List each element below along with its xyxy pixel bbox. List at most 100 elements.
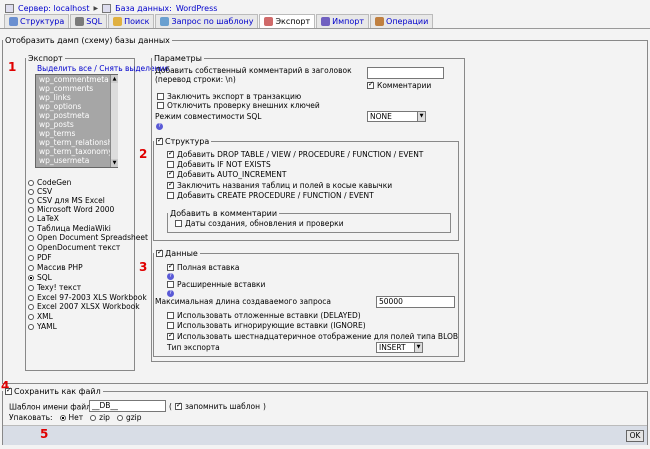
checkbox[interactable]: [157, 93, 164, 100]
opt-create-procedure[interactable]: Добавить CREATE PROCEDURE / FUNCTION / E…: [167, 191, 374, 200]
radio[interactable]: [28, 179, 34, 186]
help-icon[interactable]: ?: [167, 290, 174, 297]
radio-selected[interactable]: [28, 274, 34, 281]
pack-gzip-radio[interactable]: [116, 414, 123, 421]
list-item[interactable]: wp_options: [36, 102, 117, 111]
format-php[interactable]: Массив PHP: [28, 263, 83, 272]
list-item[interactable]: wp_term_taxonomy: [36, 147, 117, 156]
list-item[interactable]: wp_postmeta: [36, 111, 117, 120]
comments-checkbox[interactable]: Комментарии: [367, 80, 431, 90]
hex-blob-checkbox[interactable]: Использовать шестнадцатеричное отображен…: [167, 331, 458, 341]
tables-scrollbar[interactable]: ▲ ▼: [110, 75, 118, 167]
scroll-up-icon[interactable]: ▲: [111, 75, 118, 83]
help-icon[interactable]: ?: [156, 123, 163, 130]
opt-if-not-exists[interactable]: Добавить IF NOT EXISTS: [167, 160, 271, 169]
format-xlsx[interactable]: Excel 2007 XLSX Workbook: [28, 302, 140, 311]
list-item[interactable]: wp_commentmeta: [36, 75, 117, 84]
checkbox[interactable]: [167, 192, 174, 199]
radio[interactable]: [28, 234, 34, 241]
radio[interactable]: [28, 254, 34, 261]
max-query-input[interactable]: 50000: [376, 296, 455, 308]
compat-select[interactable]: NONE ▼: [367, 111, 426, 122]
checkbox[interactable]: [367, 80, 374, 89]
pack-zip-radio[interactable]: [90, 414, 97, 421]
format-codegen[interactable]: CodeGen: [28, 178, 71, 187]
radio[interactable]: [28, 215, 34, 222]
checkbox[interactable]: [157, 102, 164, 109]
radio[interactable]: [28, 294, 34, 301]
transaction-checkbox[interactable]: Заключить экспорт в транзакцию: [157, 92, 301, 101]
checkbox[interactable]: [167, 169, 174, 178]
checkbox[interactable]: [167, 322, 174, 329]
radio[interactable]: [28, 264, 34, 271]
tab-structure[interactable]: Структура: [4, 14, 70, 28]
radio[interactable]: [28, 188, 34, 195]
format-sql[interactable]: SQL: [28, 273, 52, 282]
list-item[interactable]: wp_usermeta: [36, 156, 117, 165]
opt-backquotes[interactable]: Заключить названия таблиц и полей в косы…: [167, 180, 392, 190]
format-latex[interactable]: LaTeX: [28, 214, 59, 223]
checkbox[interactable]: [167, 281, 174, 288]
comment-input[interactable]: [367, 67, 444, 79]
list-item[interactable]: wp_terms: [36, 129, 117, 138]
format-csv[interactable]: CSV: [28, 187, 52, 196]
tab-operations[interactable]: Операции: [370, 14, 434, 28]
extended-insert-checkbox[interactable]: Расширенные вставки: [167, 280, 265, 289]
help-icon[interactable]: ?: [167, 273, 174, 280]
format-texy[interactable]: Texy! текст: [28, 283, 81, 292]
checkbox[interactable]: [167, 312, 174, 319]
export-type-select[interactable]: INSERT ▼: [376, 342, 423, 353]
opt-drop-table[interactable]: Добавить DROP TABLE / VIEW / PROCEDURE /…: [167, 149, 423, 159]
checkbox[interactable]: [167, 262, 174, 271]
db-name-link[interactable]: WordPress: [176, 4, 218, 13]
format-mediawiki[interactable]: Таблица MediaWiki: [28, 224, 111, 233]
disable-fk-checkbox[interactable]: Отключить проверку внешних ключей: [157, 101, 320, 110]
checkbox[interactable]: [167, 161, 174, 168]
format-ods[interactable]: Open Document Spreadsheet: [28, 233, 148, 242]
radio[interactable]: [28, 206, 34, 213]
checkbox[interactable]: [167, 149, 174, 158]
radio[interactable]: [28, 313, 34, 320]
full-insert-checkbox[interactable]: Полная вставка: [167, 262, 239, 272]
list-item[interactable]: wp_links: [36, 93, 117, 102]
list-item[interactable]: wp_comments: [36, 84, 117, 93]
format-pdf[interactable]: PDF: [28, 253, 52, 262]
format-csv-excel[interactable]: CSV для MS Excel: [28, 196, 105, 205]
radio[interactable]: [28, 244, 34, 251]
tab-sql[interactable]: SQL: [70, 14, 108, 28]
tables-listbox[interactable]: wp_commentmeta wp_comments wp_links wp_o…: [35, 74, 118, 168]
tab-export[interactable]: Экспорт: [259, 14, 316, 28]
dates-checkbox[interactable]: Даты создания, обновления и проверки: [175, 219, 344, 228]
save-checkbox[interactable]: [5, 386, 12, 395]
select-all-link[interactable]: Выделить все: [37, 64, 92, 73]
format-word[interactable]: Microsoft Word 2000: [28, 205, 114, 214]
data-checkbox[interactable]: [156, 248, 163, 257]
tab-import[interactable]: Импорт: [316, 14, 370, 28]
server-link[interactable]: Сервер: localhost: [18, 4, 89, 13]
checkbox[interactable]: [167, 180, 174, 189]
scroll-down-icon[interactable]: ▼: [111, 159, 118, 167]
radio[interactable]: [28, 197, 34, 204]
radio[interactable]: [28, 303, 34, 310]
opt-auto-increment[interactable]: Добавить AUTO_INCREMENT: [167, 169, 286, 179]
radio[interactable]: [28, 225, 34, 232]
ignore-checkbox[interactable]: Использовать игнорирующие вставки (IGNOR…: [167, 321, 366, 330]
structure-checkbox[interactable]: [156, 136, 163, 145]
checkbox[interactable]: [167, 331, 174, 340]
tab-search[interactable]: Поиск: [108, 14, 155, 28]
format-yaml[interactable]: YAML: [28, 322, 57, 331]
remember-checkbox[interactable]: [174, 401, 182, 410]
radio[interactable]: [28, 323, 34, 330]
ok-button[interactable]: OK: [626, 430, 644, 442]
format-xls[interactable]: Excel 97-2003 XLS Workbook: [28, 293, 147, 302]
format-xml[interactable]: XML: [28, 312, 53, 321]
list-item[interactable]: wp_posts: [36, 120, 117, 129]
delayed-checkbox[interactable]: Использовать отложенные вставки (DELAYED…: [167, 311, 361, 320]
tab-query[interactable]: Запрос по шаблону: [155, 14, 259, 28]
radio[interactable]: [28, 284, 34, 291]
list-item[interactable]: wp_term_relationships: [36, 138, 117, 147]
checkbox[interactable]: [175, 220, 182, 227]
template-input[interactable]: __DB__: [89, 400, 166, 412]
pack-none-radio[interactable]: [59, 414, 66, 421]
format-odt[interactable]: OpenDocument текст: [28, 243, 120, 252]
